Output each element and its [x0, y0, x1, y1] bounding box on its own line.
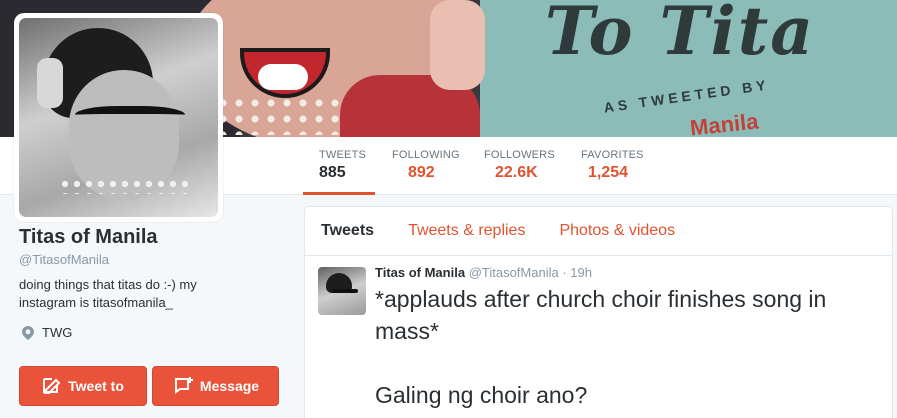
tweet-text-line: Galing ng choir ano? [375, 382, 588, 408]
stat-tweets[interactable]: TWEETS 885 [302, 137, 376, 195]
profile-name[interactable]: Titas of Manila [19, 226, 289, 249]
profile-bio: doing things that titas do :-) my instag… [19, 277, 197, 310]
stat-label: FOLLOWERS [484, 149, 555, 161]
banner-title: To Tita [545, 0, 815, 70]
profile-card: Titas of Manila @TitasofManila doing thi… [19, 226, 289, 340]
stat-value: 1,254 [588, 164, 629, 181]
new-message-icon [172, 376, 200, 397]
tweet-item[interactable]: Titas of Manila @TitasofManila · 19h *ap… [305, 256, 892, 411]
message-button[interactable]: Message [152, 366, 279, 406]
compose-icon [42, 376, 68, 397]
tab-photos-and-videos[interactable]: Photos & videos [559, 222, 675, 240]
map-pin-icon [22, 325, 34, 340]
profile-location-text: TWG [42, 325, 73, 340]
tweet-author-handle[interactable]: @TitasofManila [469, 265, 559, 280]
tweet-avatar[interactable] [318, 267, 366, 315]
profile-avatar[interactable] [14, 13, 223, 222]
tweet-text-line: *applauds after church choir finishes so… [375, 286, 827, 344]
tweet-timestamp[interactable]: · 19h [562, 265, 592, 280]
stat-value: 892 [408, 164, 435, 181]
avatar-image [19, 18, 218, 217]
tweet-to-button[interactable]: Tweet to [19, 366, 147, 406]
stat-favorites[interactable]: FAVORITES 1,254 [581, 137, 644, 195]
stat-value: 22.6K [495, 164, 538, 181]
stat-label: TWEETS [319, 149, 367, 161]
stat-followers[interactable]: FOLLOWERS 22.6K [484, 137, 555, 195]
stat-label: FAVORITES [581, 149, 644, 161]
message-label: Message [199, 378, 260, 394]
tab-tweets[interactable]: Tweets [321, 222, 374, 240]
stat-value: 885 [319, 164, 346, 181]
tweet-author-name[interactable]: Titas of Manila [375, 265, 465, 280]
profile-location: TWG [19, 325, 289, 340]
tab-tweets-and-replies[interactable]: Tweets & replies [408, 222, 525, 240]
profile-handle[interactable]: @TitasofManila [19, 252, 289, 267]
stat-label: FOLLOWING [392, 149, 460, 161]
tweet-header: Titas of Manila @TitasofManila · 19h [375, 265, 892, 280]
tweet-text: *applauds after church choir finishes so… [375, 283, 885, 411]
stat-following[interactable]: FOLLOWING 892 [392, 137, 460, 195]
tweet-to-label: Tweet to [68, 378, 124, 394]
tweet-timeline: Tweets Tweets & replies Photos & videos … [304, 206, 893, 418]
timeline-tabs: Tweets Tweets & replies Photos & videos [305, 207, 892, 256]
